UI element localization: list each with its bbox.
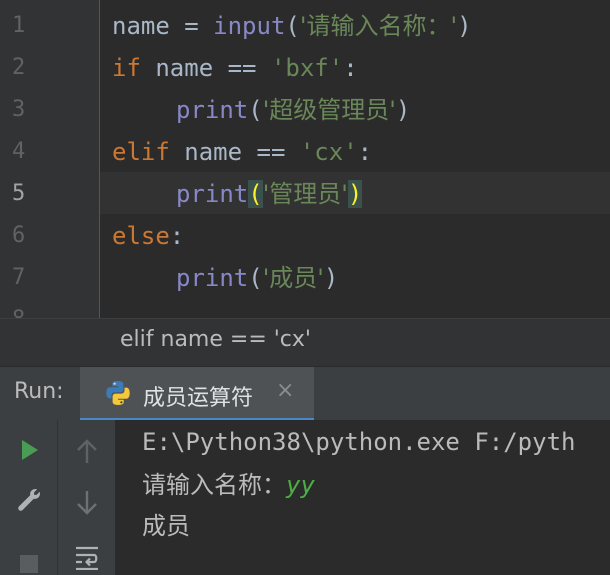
matched-paren: ( — [248, 180, 263, 208]
arrow-down-icon — [77, 491, 97, 515]
line-number: 1 — [12, 13, 26, 38]
line-number: 6 — [12, 223, 26, 248]
code-token-keyword: elif — [112, 138, 170, 166]
code-token: name == — [169, 138, 300, 166]
wrench-icon — [18, 489, 40, 511]
code-token-string: '管理员' — [262, 180, 348, 208]
code-line-6[interactable]: else: — [112, 215, 184, 257]
scroll-up-button[interactable] — [67, 432, 107, 472]
code-line-1[interactable]: name = input('请输入名称：') — [112, 5, 472, 47]
line-number-active: 5 — [12, 181, 26, 206]
code-line-5[interactable]: print('管理员') — [176, 173, 363, 215]
line-number: 7 — [12, 265, 26, 290]
run-tool-window: E:\Python38\python.exe F:/pyth 请输入名称：yy … — [0, 420, 610, 575]
code-token: ) — [457, 12, 472, 40]
code-token-builtin: print — [176, 96, 249, 124]
code-token-string: 'cx' — [299, 138, 358, 166]
code-token: : — [169, 222, 185, 250]
soft-wrap-button[interactable] — [67, 536, 107, 575]
console-user-input: yy — [286, 471, 315, 499]
soft-wrap-icon — [76, 546, 98, 570]
code-line-2[interactable]: if name == 'bxf': — [112, 47, 358, 89]
play-icon — [22, 440, 38, 460]
rerun-button[interactable] — [9, 430, 49, 470]
code-token: name = — [112, 12, 214, 40]
code-line-7[interactable]: print('成员') — [176, 257, 338, 299]
console-output[interactable]: E:\Python38\python.exe F:/pyth 请输入名称：yy … — [116, 420, 610, 575]
code-token-string: '超级管理员' — [262, 96, 396, 124]
stop-icon — [20, 555, 38, 573]
console-output-line: 成员 — [142, 512, 190, 540]
code-token: ) — [395, 96, 411, 124]
matched-paren: ) — [347, 180, 363, 208]
run-toolbar-secondary — [58, 420, 116, 575]
code-line-3[interactable]: print('超级管理员') — [176, 89, 410, 131]
breadcrumb[interactable]: elif name == 'cx' — [120, 327, 311, 352]
run-toolbar-primary — [0, 420, 58, 575]
code-token-builtin: print — [176, 264, 249, 292]
code-token: : — [357, 138, 373, 166]
console-prompt: 请输入名称： — [142, 471, 286, 499]
tab-label: 成员运算符 — [143, 386, 254, 411]
console-command: E:\Python38\python.exe F:/pyth — [142, 428, 576, 456]
edit-configuration-button[interactable] — [9, 480, 49, 520]
run-config-tab[interactable]: 成员运算符 × — [80, 367, 314, 421]
code-token-keyword: if — [112, 54, 141, 82]
run-tool-window-header: Run: 成员运算符 × — [0, 366, 610, 421]
stop-button[interactable] — [9, 544, 49, 575]
run-label: Run: — [14, 379, 64, 404]
python-icon — [106, 381, 130, 405]
code-token: : — [343, 54, 358, 82]
arrow-up-icon — [77, 439, 97, 463]
code-token-keyword: else — [112, 222, 170, 250]
code-token-builtin: input — [213, 12, 286, 40]
line-number: 8 — [12, 299, 42, 318]
code-token: ( — [285, 12, 300, 40]
code-editor[interactable]: 1 2 3 4 5 6 7 8 name = input('请输入名称：') i… — [0, 0, 610, 318]
code-token-builtin: print — [176, 180, 249, 208]
code-token: ( — [248, 96, 263, 124]
line-number: 2 — [12, 55, 26, 80]
line-number-gutter: 1 2 3 4 5 6 7 8 — [0, 0, 100, 318]
line-number: 3 — [12, 97, 26, 122]
code-token-string: 'bxf' — [270, 54, 344, 82]
code-line-4[interactable]: elif name == 'cx': — [112, 131, 372, 173]
code-token: name == — [140, 54, 271, 82]
code-token: ) — [323, 264, 339, 292]
breadcrumb-bar: elif name == 'cx' — [0, 318, 610, 366]
code-token: ( — [248, 264, 263, 292]
scroll-down-button[interactable] — [67, 482, 107, 522]
gutter-divider — [99, 0, 100, 318]
code-token-string: '成员' — [262, 264, 324, 292]
code-token-string: '请输入名称：' — [299, 12, 458, 40]
close-icon[interactable]: × — [276, 378, 294, 403]
line-number: 4 — [12, 139, 26, 164]
